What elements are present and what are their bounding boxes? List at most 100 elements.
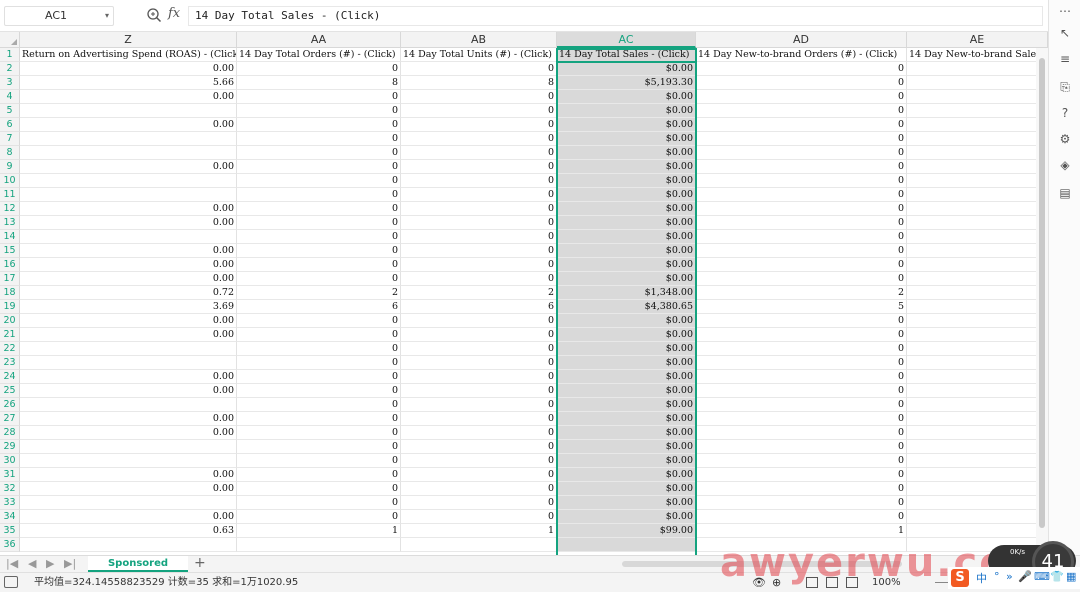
- row-header[interactable]: 6: [0, 118, 20, 132]
- cell-ac[interactable]: $0.00: [557, 482, 696, 496]
- cell-ac[interactable]: $1,348.00: [557, 286, 696, 300]
- cell-ad[interactable]: 0: [696, 132, 907, 146]
- cell-ac[interactable]: $99.00: [557, 524, 696, 538]
- cell-aa[interactable]: 0: [237, 496, 401, 510]
- cell-ab[interactable]: 0: [401, 356, 557, 370]
- cell-ad[interactable]: 0: [696, 160, 907, 174]
- cell-ac[interactable]: $0.00: [557, 160, 696, 174]
- cell-z[interactable]: 0.00: [20, 244, 237, 258]
- cell-ab[interactable]: 0: [401, 328, 557, 342]
- cell-ad[interactable]: 0: [696, 454, 907, 468]
- cell-ad[interactable]: 0: [696, 118, 907, 132]
- row-header[interactable]: 4: [0, 90, 20, 104]
- column-header-AE[interactable]: AE: [907, 32, 1048, 48]
- cell-header-ntb-sales[interactable]: 14 Day New-to-brand Sales: [907, 48, 1048, 62]
- cell-header-total-units[interactable]: 14 Day Total Units (#) - (Click): [401, 48, 557, 62]
- cell-z[interactable]: 0.00: [20, 510, 237, 524]
- cell-ab[interactable]: 0: [401, 468, 557, 482]
- name-box[interactable]: AC1 ▾: [4, 6, 114, 26]
- cell-ac[interactable]: $0.00: [557, 272, 696, 286]
- row-header[interactable]: 8: [0, 146, 20, 160]
- cell-ad[interactable]: 0: [696, 174, 907, 188]
- cell-ae[interactable]: [907, 90, 1048, 104]
- cell-ac[interactable]: $4,380.65: [557, 300, 696, 314]
- cell-ac[interactable]: $0.00: [557, 426, 696, 440]
- cell-z[interactable]: 0.00: [20, 468, 237, 482]
- sogou-ime-icon[interactable]: S: [951, 569, 969, 587]
- book-icon[interactable]: ▤: [1058, 186, 1072, 200]
- cell-ab[interactable]: 0: [401, 384, 557, 398]
- formula-input[interactable]: 14 Day Total Sales - (Click): [188, 6, 1043, 26]
- cell-ac[interactable]: $0.00: [557, 496, 696, 510]
- cell-z[interactable]: 0.00: [20, 370, 237, 384]
- cell-ae[interactable]: [907, 300, 1048, 314]
- column-header-AC[interactable]: AC: [557, 32, 696, 48]
- cell-grid[interactable]: Z AA AB AC AD AE 1 Return on Advertising…: [0, 32, 1048, 555]
- cell-ae[interactable]: [907, 118, 1048, 132]
- cell-ab[interactable]: 2: [401, 286, 557, 300]
- cell-z[interactable]: [20, 230, 237, 244]
- cell-z[interactable]: [20, 104, 237, 118]
- cell-aa[interactable]: 0: [237, 174, 401, 188]
- cell-ad[interactable]: 0: [696, 90, 907, 104]
- cell-ac[interactable]: $0.00: [557, 216, 696, 230]
- cell-aa[interactable]: 0: [237, 132, 401, 146]
- cell-ae[interactable]: [907, 426, 1048, 440]
- cell-ae[interactable]: [907, 76, 1048, 90]
- cell-ab[interactable]: 0: [401, 412, 557, 426]
- row-header[interactable]: 20: [0, 314, 20, 328]
- cell-ad[interactable]: 0: [696, 272, 907, 286]
- cell-ab[interactable]: 0: [401, 160, 557, 174]
- cell-ad[interactable]: 0: [696, 468, 907, 482]
- cell-aa[interactable]: 0: [237, 454, 401, 468]
- add-sheet-button[interactable]: +: [194, 555, 206, 571]
- row-header[interactable]: 2: [0, 62, 20, 76]
- cell-z[interactable]: [20, 342, 237, 356]
- cell-aa[interactable]: 0: [237, 328, 401, 342]
- cell-z[interactable]: [20, 538, 237, 552]
- cell-z[interactable]: 3.69: [20, 300, 237, 314]
- cell-ad[interactable]: 0: [696, 370, 907, 384]
- cell-ae[interactable]: [907, 398, 1048, 412]
- cell-ac[interactable]: $0.00: [557, 118, 696, 132]
- vertical-scrollbar[interactable]: [1036, 48, 1048, 555]
- cell-ad[interactable]: 0: [696, 230, 907, 244]
- column-header-AD[interactable]: AD: [696, 32, 907, 48]
- macro-icon[interactable]: [4, 576, 18, 588]
- cell-ab[interactable]: 0: [401, 188, 557, 202]
- row-header[interactable]: 27: [0, 412, 20, 426]
- cell-aa[interactable]: 0: [237, 398, 401, 412]
- ime-mode-chinese[interactable]: 中: [976, 570, 987, 586]
- cell-ab[interactable]: 0: [401, 398, 557, 412]
- cell-ab[interactable]: 0: [401, 426, 557, 440]
- cell-ac[interactable]: $0.00: [557, 230, 696, 244]
- cell-ac[interactable]: [557, 538, 696, 552]
- cell-ab[interactable]: 0: [401, 244, 557, 258]
- cell-ae[interactable]: [907, 314, 1048, 328]
- prev-sheet-icon[interactable]: ◀: [28, 557, 36, 570]
- cell-ae[interactable]: [907, 188, 1048, 202]
- cell-ad[interactable]: 0: [696, 258, 907, 272]
- cell-ad[interactable]: 0: [696, 104, 907, 118]
- row-header[interactable]: 10: [0, 174, 20, 188]
- cell-aa[interactable]: 0: [237, 370, 401, 384]
- cell-ab[interactable]: 0: [401, 230, 557, 244]
- cell-ac[interactable]: $0.00: [557, 202, 696, 216]
- last-sheet-icon[interactable]: ▶|: [64, 557, 76, 570]
- zoom-icon[interactable]: [146, 7, 162, 23]
- cell-ae[interactable]: [907, 272, 1048, 286]
- cell-ae[interactable]: [907, 412, 1048, 426]
- cell-ad[interactable]: 0: [696, 426, 907, 440]
- cell-ae[interactable]: [907, 342, 1048, 356]
- row-header[interactable]: 18: [0, 286, 20, 300]
- cell-aa[interactable]: 0: [237, 230, 401, 244]
- cell-ab[interactable]: 6: [401, 300, 557, 314]
- cell-ae[interactable]: [907, 482, 1048, 496]
- cell-ae[interactable]: [907, 244, 1048, 258]
- cell-header-ntb-orders[interactable]: 14 Day New-to-brand Orders (#) - (Click): [696, 48, 907, 62]
- cell-aa[interactable]: 0: [237, 258, 401, 272]
- cell-ae[interactable]: [907, 384, 1048, 398]
- row-header[interactable]: 19: [0, 300, 20, 314]
- cell-ad[interactable]: 0: [696, 398, 907, 412]
- microphone-icon[interactable]: 🎤: [1018, 570, 1032, 583]
